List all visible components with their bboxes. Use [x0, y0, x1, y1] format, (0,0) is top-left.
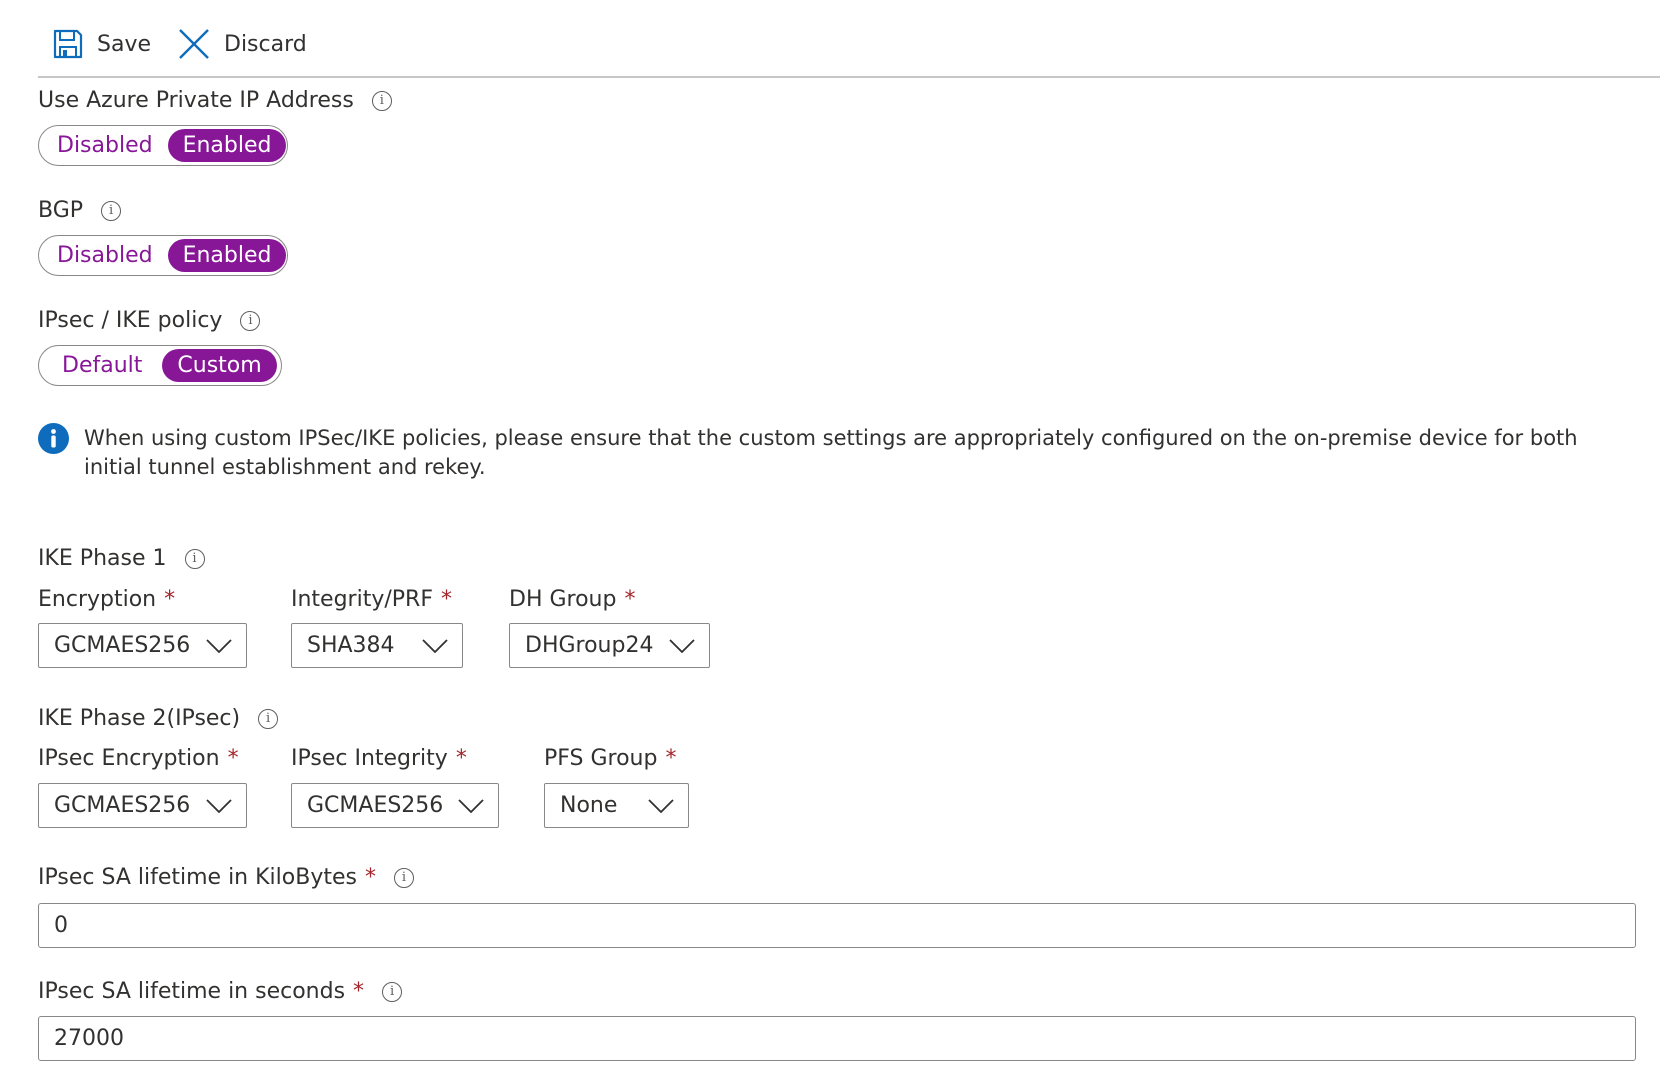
private-ip-toggle[interactable]: Disabled Enabled — [38, 125, 288, 166]
info-icon[interactable]: i — [258, 708, 279, 729]
integrity-prf-label-text: Integrity/PRF — [291, 587, 433, 612]
ipsec-encryption-value: GCMAES256 — [54, 793, 191, 818]
dh-group-label: DH Group * — [509, 587, 635, 612]
ipsec-encryption-label-text: IPsec Encryption — [38, 746, 220, 771]
ipsec-integrity-label-text: IPsec Integrity — [291, 746, 448, 771]
sa-kilobytes-input[interactable] — [38, 903, 1636, 948]
required-marker: * — [227, 746, 239, 771]
chevron-down-icon — [422, 638, 448, 653]
sa-kilobytes-label: IPsec SA lifetime in KiloBytes * i — [38, 865, 414, 890]
private-ip-label-text: Use Azure Private IP Address — [38, 88, 354, 113]
ipsec-encryption-dropdown[interactable]: GCMAES256 — [38, 783, 247, 828]
chevron-down-icon — [669, 638, 695, 653]
ipsec-policy-label-text: IPsec / IKE policy — [38, 308, 223, 333]
sa-kilobytes-label-text: IPsec SA lifetime in KiloBytes — [38, 865, 357, 890]
ipsec-policy-option-custom[interactable]: Custom — [162, 349, 277, 382]
info-filled-icon — [38, 423, 69, 454]
chevron-down-icon — [648, 798, 674, 813]
ipsec-integrity-dropdown[interactable]: GCMAES256 — [291, 783, 499, 828]
dh-group-value: DHGroup24 — [525, 633, 654, 658]
info-icon[interactable]: i — [101, 200, 122, 221]
ipsec-integrity-value: GCMAES256 — [307, 793, 444, 818]
dh-group-dropdown[interactable]: DHGroup24 — [509, 623, 710, 668]
discard-label: Discard — [224, 31, 307, 57]
integrity-prf-label: Integrity/PRF * — [291, 587, 452, 612]
toolbar-divider — [38, 76, 1660, 78]
save-button[interactable]: Save — [53, 24, 151, 64]
ipsec-integrity-label: IPsec Integrity * — [291, 746, 467, 771]
sa-seconds-input[interactable] — [38, 1016, 1636, 1061]
ipsec-policy-option-default[interactable]: Default — [42, 349, 162, 382]
info-icon[interactable]: i — [382, 981, 403, 1002]
chevron-down-icon — [206, 638, 232, 653]
pfs-group-value: None — [560, 793, 618, 818]
bgp-option-disabled[interactable]: Disabled — [42, 239, 168, 272]
close-icon — [178, 28, 210, 60]
ipsec-encryption-label: IPsec Encryption * — [38, 746, 239, 771]
integrity-prf-value: SHA384 — [307, 633, 395, 658]
required-marker: * — [164, 587, 176, 612]
pfs-group-label-text: PFS Group — [544, 746, 658, 771]
integrity-prf-dropdown[interactable]: SHA384 — [291, 623, 463, 668]
required-marker: * — [624, 587, 636, 612]
ike-phase1-title: IKE Phase 1 i — [38, 546, 205, 571]
encryption-dropdown[interactable]: GCMAES256 — [38, 623, 247, 668]
ipsec-policy-toggle[interactable]: Default Custom — [38, 345, 282, 386]
private-ip-label: Use Azure Private IP Address i — [38, 88, 392, 113]
pfs-group-dropdown[interactable]: None — [544, 783, 689, 828]
required-marker: * — [455, 746, 467, 771]
save-icon — [53, 29, 83, 59]
encryption-label: Encryption * — [38, 587, 175, 612]
private-ip-option-enabled[interactable]: Enabled — [167, 129, 287, 162]
info-icon[interactable]: i — [371, 90, 392, 111]
encryption-label-text: Encryption — [38, 587, 157, 612]
info-icon[interactable]: i — [240, 310, 261, 331]
ipsec-policy-label: IPsec / IKE policy i — [38, 308, 261, 333]
info-icon[interactable]: i — [184, 548, 205, 569]
chevron-down-icon — [458, 798, 484, 813]
info-banner-text: When using custom IPSec/IKE policies, pl… — [84, 426, 1578, 479]
sa-seconds-label-text: IPsec SA lifetime in seconds — [38, 979, 346, 1004]
chevron-down-icon — [206, 798, 232, 813]
bgp-option-enabled[interactable]: Enabled — [167, 239, 287, 272]
required-marker: * — [353, 979, 365, 1004]
sa-seconds-label: IPsec SA lifetime in seconds * i — [38, 979, 403, 1004]
discard-button[interactable]: Discard — [178, 24, 307, 64]
required-marker: * — [665, 746, 677, 771]
dh-group-label-text: DH Group — [509, 587, 617, 612]
bgp-label-text: BGP — [38, 198, 84, 223]
ike-phase1-title-text: IKE Phase 1 — [38, 546, 167, 571]
encryption-value: GCMAES256 — [54, 633, 191, 658]
info-icon[interactable]: i — [393, 867, 414, 888]
required-marker: * — [364, 865, 376, 890]
ike-phase2-title: IKE Phase 2(IPsec) i — [38, 706, 279, 731]
ike-phase2-title-text: IKE Phase 2(IPsec) — [38, 706, 241, 731]
save-label: Save — [97, 31, 152, 57]
pfs-group-label: PFS Group * — [544, 746, 676, 771]
required-marker: * — [440, 587, 452, 612]
bgp-label: BGP i — [38, 198, 122, 223]
bgp-toggle[interactable]: Disabled Enabled — [38, 235, 288, 276]
private-ip-option-disabled[interactable]: Disabled — [42, 129, 168, 162]
